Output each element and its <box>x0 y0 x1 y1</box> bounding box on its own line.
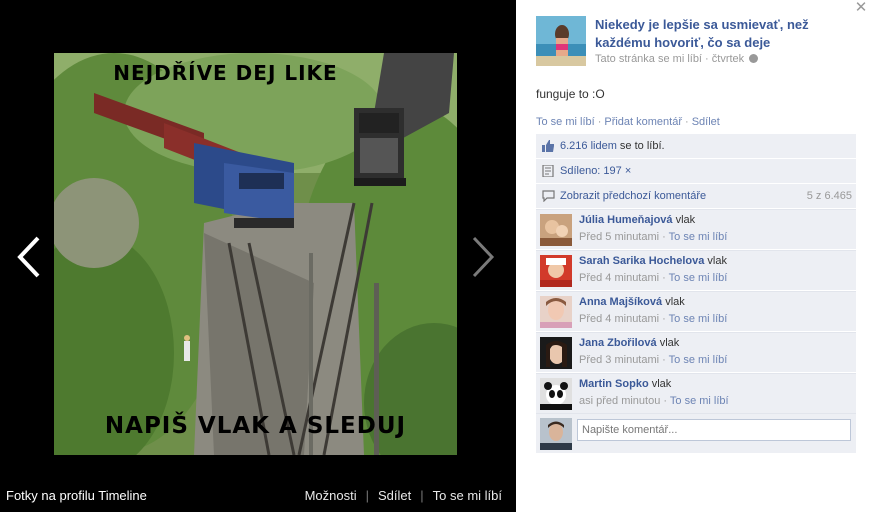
page-meta: Tato stránka se mi líbí · čtvrtek <box>595 53 759 65</box>
photo-viewer-stage: NEJDŘÍVE DEJ LIKE NAPIŠ VLAK A SLEDUJ Fo… <box>0 0 516 512</box>
comment-like-link[interactable]: To se mi líbí <box>669 272 728 284</box>
shares-summary-row: Sdíleno: 197 × <box>536 159 856 183</box>
comment-author-link[interactable]: Júlia Humeňajová <box>579 214 673 226</box>
comment-meta: asi před minutou · To se mi líbí <box>579 395 729 407</box>
comment-text: vlak <box>665 296 685 308</box>
like-link[interactable]: To se mi líbí <box>433 488 502 503</box>
likes-summary-row: 6.216 lidem se to líbí. <box>536 134 856 158</box>
close-icon[interactable]: ✕ <box>854 0 868 15</box>
comment-bubble-icon <box>542 190 555 202</box>
meme-top-text: NEJDŘÍVE DEJ LIKE <box>113 61 338 85</box>
view-previous-comments[interactable]: Zobrazit předchozí komentáře <box>560 190 706 202</box>
comment-text: vlak <box>659 337 680 349</box>
comment-author-link[interactable]: Martin Sopko <box>579 378 649 390</box>
globe-icon <box>749 54 759 63</box>
options-link[interactable]: Možnosti <box>305 488 357 503</box>
comment-meta: Před 3 minutami · To se mi líbí <box>579 354 728 366</box>
previous-photo-arrow-icon[interactable] <box>14 236 44 278</box>
page-avatar[interactable] <box>536 16 586 66</box>
comment-text: vlak <box>651 378 672 390</box>
comment-body: Anna Majšíková vlak <box>579 296 685 308</box>
like-action[interactable]: To se mi líbí <box>536 116 595 128</box>
photo-footer-actions: Možnosti | Sdílet | To se mi líbí <box>305 488 502 503</box>
footer-separator: | <box>365 488 369 503</box>
likes-suffix: se to líbí. <box>616 140 665 152</box>
comment-time[interactable]: asi před minutou <box>579 395 660 407</box>
comment-time[interactable]: Před 4 minutami <box>579 272 659 284</box>
comment-body: Júlia Humeňajová vlak <box>579 214 695 226</box>
comment-meta: Před 5 minutami · To se mi líbí <box>579 231 728 243</box>
comment-author-link[interactable]: Jana Zbořilová <box>579 337 657 349</box>
page-liked-status[interactable]: Tato stránka se mi líbí <box>595 53 702 65</box>
add-comment-action[interactable]: Přidat komentář <box>604 116 682 128</box>
meme-bottom-text: NAPIŠ VLAK A SLEDUJ <box>104 413 407 439</box>
commenter-avatar[interactable] <box>540 378 572 410</box>
comment-composer <box>536 413 856 453</box>
photo-footer: Fotky na profilu Timeline Možnosti | Sdí… <box>0 478 516 512</box>
comment-text: vlak <box>675 214 696 226</box>
comment-author-link[interactable]: Sarah Sarika Hochelova <box>579 255 704 267</box>
comment-input[interactable] <box>577 419 851 441</box>
likes-count-link[interactable]: 6.216 lidem <box>560 140 617 152</box>
comment-item: Anna Majšíková vlak Před 4 minutami · To… <box>536 291 856 331</box>
comment-time[interactable]: Před 4 minutami <box>579 313 659 325</box>
share-icon <box>542 165 554 177</box>
footer-separator: | <box>420 488 424 503</box>
next-photo-arrow-icon[interactable] <box>468 236 498 278</box>
comment-item: Jana Zbořilová vlak Před 3 minutami · To… <box>536 332 856 372</box>
comment-like-link[interactable]: To se mi líbí <box>669 313 728 325</box>
comment-body: Sarah Sarika Hochelova vlak <box>579 255 727 267</box>
commenter-avatar[interactable] <box>540 255 572 287</box>
comment-time[interactable]: Před 5 minutami <box>579 231 659 243</box>
comment-body: Jana Zbořilová vlak <box>579 337 679 349</box>
post-actions: To se mi líbí · Přidat komentář · Sdílet <box>536 116 720 128</box>
view-previous-comments-link[interactable]: Zobrazit předchozí komentáře <box>560 190 706 202</box>
comment-item: Júlia Humeňajová vlak Před 5 minutami · … <box>536 209 856 249</box>
thumbs-up-icon <box>542 140 554 152</box>
likes-summary: 6.216 lidem se to líbí. <box>560 140 665 152</box>
comment-time[interactable]: Před 3 minutami <box>579 354 659 366</box>
commenter-avatar[interactable] <box>540 337 572 369</box>
comment-meta: Před 4 minutami · To se mi líbí <box>579 313 728 325</box>
comment-author-link[interactable]: Anna Majšíková <box>579 296 662 308</box>
action-separator: · <box>597 116 602 128</box>
comment-item: Martin Sopko vlak asi před minutou · To … <box>536 373 856 413</box>
post-caption: funguje to :O <box>536 87 605 101</box>
meta-separator: · <box>702 53 712 65</box>
commenter-avatar[interactable] <box>540 214 572 246</box>
comment-item: Sarah Sarika Hochelova vlak Před 4 minut… <box>536 250 856 290</box>
previous-comments-row: Zobrazit předchozí komentáře 5 z 6.465 <box>536 184 856 208</box>
comment-text: vlak <box>707 255 727 267</box>
train-photo-image <box>54 53 457 455</box>
shares-count-link[interactable]: Sdíleno: 197 × <box>560 165 631 177</box>
album-title-link[interactable]: Fotky na profilu Timeline <box>6 488 147 503</box>
shares-count-text[interactable]: Sdíleno: 197 × <box>560 165 631 177</box>
comment-like-link[interactable]: To se mi líbí <box>670 395 729 407</box>
comment-like-link[interactable]: To se mi líbí <box>669 231 728 243</box>
comment-body: Martin Sopko vlak <box>579 378 671 390</box>
share-link[interactable]: Sdílet <box>378 488 411 503</box>
share-action[interactable]: Sdílet <box>692 116 720 128</box>
page-name-link[interactable]: Niekedy je lepšie sa usmievať, než každé… <box>595 16 840 52</box>
current-user-avatar <box>540 418 572 450</box>
comment-like-link[interactable]: To se mi líbí <box>669 354 728 366</box>
action-separator: · <box>685 116 689 128</box>
commenter-avatar[interactable] <box>540 296 572 328</box>
train-photo[interactable]: NEJDŘÍVE DEJ LIKE NAPIŠ VLAK A SLEDUJ <box>54 53 457 455</box>
post-date[interactable]: čtvrtek <box>712 53 744 65</box>
comments-count: 5 z 6.465 <box>806 190 852 202</box>
photo-details-panel: ✕ Niekedy je lepšie sa usmievať, než kaž… <box>516 0 872 512</box>
comment-meta: Před 4 minutami · To se mi líbí <box>579 272 728 284</box>
